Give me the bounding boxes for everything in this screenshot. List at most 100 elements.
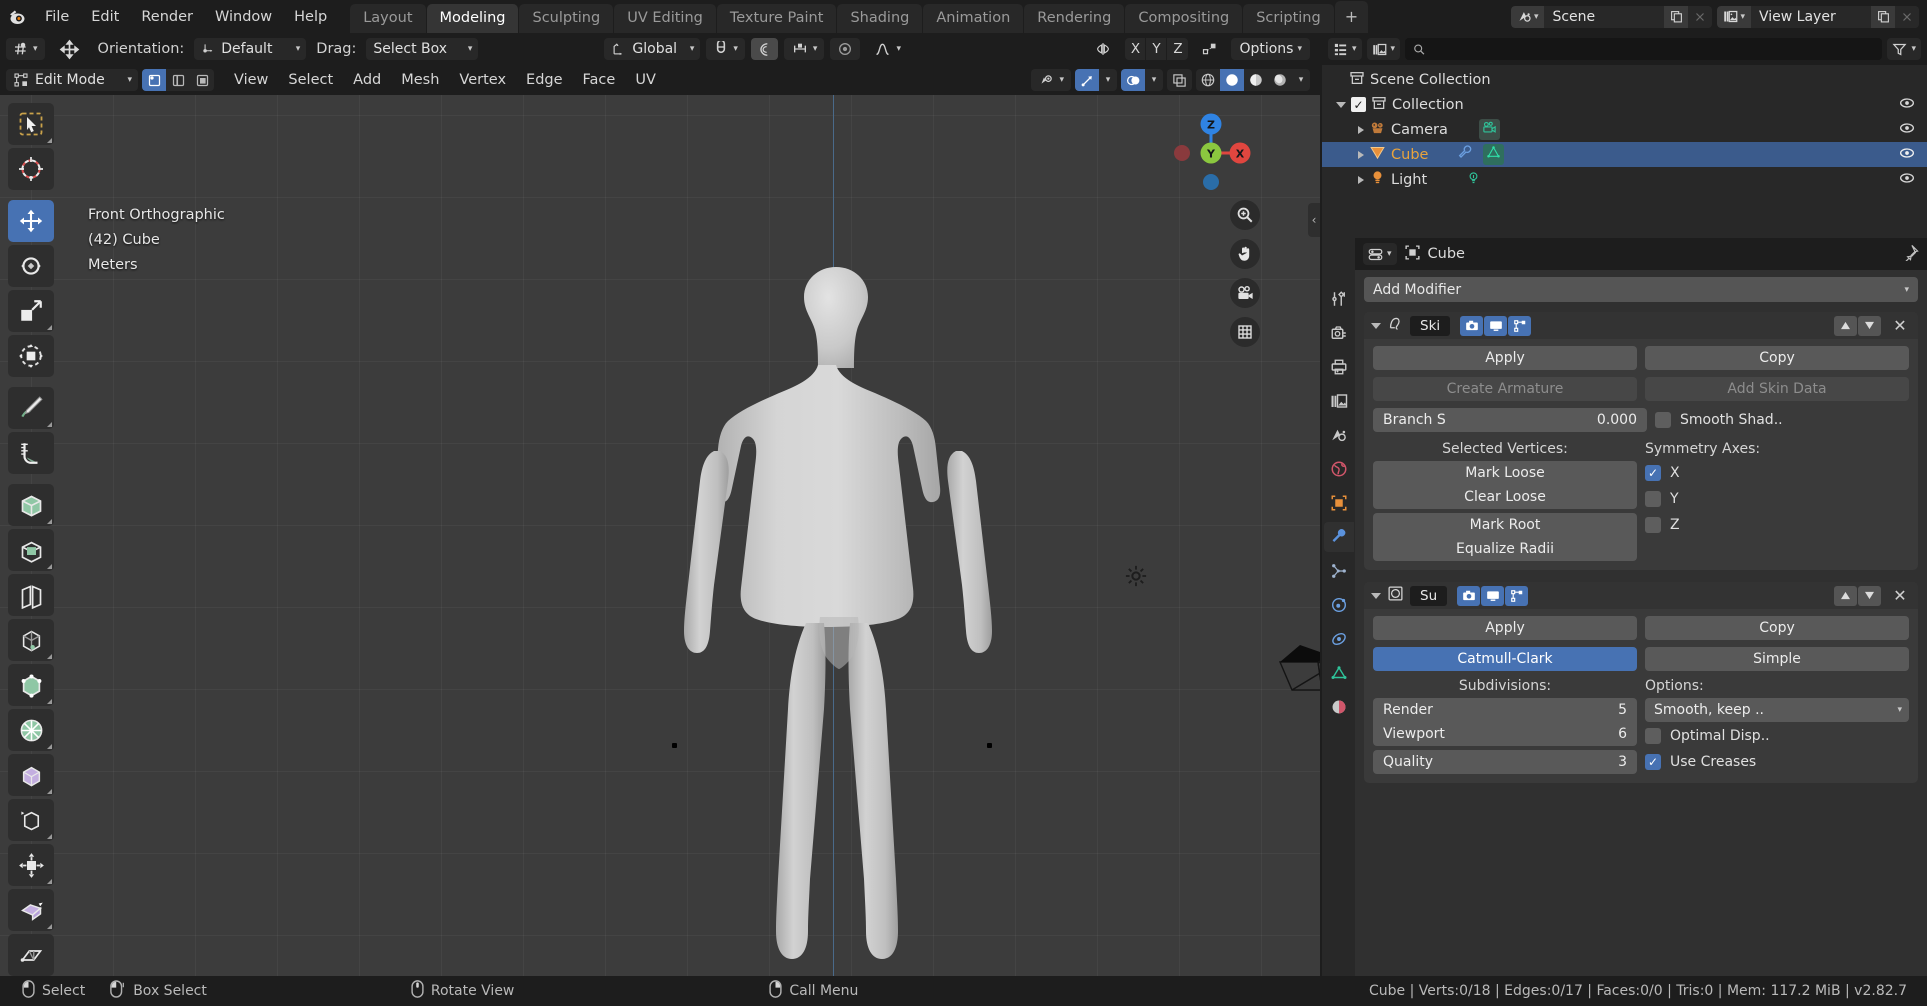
- collection-checkbox[interactable]: ✓: [1351, 97, 1366, 112]
- triangle-up-icon[interactable]: [1834, 585, 1857, 606]
- viewport-menu-uv[interactable]: UV: [625, 69, 666, 91]
- properties-tab-output[interactable]: [1324, 352, 1354, 382]
- tool-settings-icon[interactable]: ▾: [6, 38, 45, 60]
- shear-tool[interactable]: [8, 934, 54, 976]
- mirror-axis-z[interactable]: Z: [1167, 38, 1188, 60]
- menu-render[interactable]: Render: [130, 6, 204, 28]
- camera-object-wireframe[interactable]: [1276, 635, 1320, 701]
- gizmo-icon[interactable]: [1075, 69, 1099, 91]
- bevel-tool[interactable]: [8, 619, 54, 661]
- mark-loose-button[interactable]: Mark Loose: [1373, 461, 1637, 485]
- realtime-toggle-icon[interactable]: [1481, 585, 1505, 606]
- quality-field[interactable]: Quality 3: [1373, 750, 1637, 774]
- menu-edit[interactable]: Edit: [80, 6, 130, 28]
- workspace-tab-rendering[interactable]: Rendering: [1024, 4, 1125, 33]
- expand-triangle-icon[interactable]: [1358, 150, 1364, 159]
- outliner-id-type-icon[interactable]: ▾: [1366, 38, 1401, 60]
- humanoid-mesh[interactable]: [610, 255, 1070, 976]
- outliner-row-collection[interactable]: ✓ Collection: [1322, 92, 1927, 117]
- workspace-tab-shading[interactable]: Shading: [837, 4, 923, 33]
- viewport-menu-mesh[interactable]: Mesh: [391, 69, 449, 91]
- triangle-up-icon[interactable]: [1834, 315, 1857, 336]
- workspace-tab-texture-paint[interactable]: Texture Paint: [716, 4, 837, 33]
- view-layer-name[interactable]: View Layer: [1751, 5, 1871, 28]
- symmetry-y-checkbox[interactable]: [1645, 491, 1661, 507]
- use-creases-checkbox[interactable]: ✓: [1645, 754, 1661, 770]
- object-visibility-icon[interactable]: ▾: [1031, 69, 1071, 91]
- mesh-options-icon[interactable]: [830, 38, 861, 60]
- outliner-search-box[interactable]: [1405, 38, 1883, 60]
- light-data-icon[interactable]: [1466, 170, 1481, 189]
- modifier-name-subsurf[interactable]: Su: [1410, 585, 1448, 606]
- properties-tab-render[interactable]: [1324, 318, 1354, 348]
- properties-tab-physics[interactable]: [1324, 590, 1354, 620]
- viewport-menu-view[interactable]: View: [224, 69, 278, 91]
- mesh-vertex[interactable]: [672, 743, 677, 748]
- workspace-tab-scripting[interactable]: Scripting: [1243, 4, 1334, 33]
- overlays-dropdown-chevron-icon[interactable]: ▾: [1145, 69, 1163, 91]
- add-workspace-button[interactable]: +: [1334, 1, 1369, 33]
- toggle-ortho-persp-icon[interactable]: [1230, 317, 1260, 347]
- workspace-tab-uv-editing[interactable]: UV Editing: [614, 4, 716, 33]
- workspace-tab-animation[interactable]: Animation: [923, 4, 1024, 33]
- copy-button-subsurf[interactable]: Copy: [1645, 616, 1909, 640]
- expand-triangle-icon[interactable]: [1336, 101, 1346, 108]
- auto-merge-icon[interactable]: [1194, 38, 1225, 60]
- new-scene-button[interactable]: [1664, 5, 1689, 28]
- properties-tab-material[interactable]: [1324, 692, 1354, 722]
- properties-tab-tool[interactable]: [1324, 284, 1354, 314]
- modifier-header-subsurf[interactable]: Su ✕: [1364, 582, 1918, 609]
- proportional-edit-icon[interactable]: [750, 38, 778, 60]
- apply-button-skin[interactable]: Apply: [1373, 346, 1637, 370]
- viewport-menu-face[interactable]: Face: [573, 69, 626, 91]
- add-modifier-button[interactable]: Add Modifier ▾: [1364, 277, 1918, 302]
- workspace-tab-layout[interactable]: Layout: [350, 4, 426, 33]
- snap-magnet-icon[interactable]: ▾: [706, 38, 745, 60]
- viewport-menu-add[interactable]: Add: [343, 69, 391, 91]
- new-view-layer-button[interactable]: [1871, 5, 1895, 28]
- properties-tab-object[interactable]: [1324, 488, 1354, 518]
- menu-window[interactable]: Window: [204, 6, 283, 28]
- camera-data-icon[interactable]: [1478, 119, 1500, 140]
- spin-tool[interactable]: [8, 799, 54, 841]
- symmetry-axis-z-row[interactable]: Z: [1645, 513, 1909, 537]
- equalize-radii-button[interactable]: Equalize Radii: [1373, 537, 1637, 561]
- triangle-down-icon[interactable]: [1371, 592, 1381, 599]
- material-preview-shading-icon[interactable]: [1244, 69, 1268, 91]
- branch-smoothing-field[interactable]: Branch S 0.000: [1373, 408, 1647, 432]
- symmetry-x-checkbox[interactable]: ✓: [1645, 465, 1661, 481]
- measure-tool[interactable]: [8, 432, 54, 474]
- overlays-icon[interactable]: [1121, 69, 1145, 91]
- edit-mode-toggle-icon[interactable]: [1505, 585, 1529, 606]
- rotate-tool[interactable]: [8, 245, 54, 287]
- move-tool[interactable]: [8, 200, 54, 242]
- viewport-levels-field[interactable]: Viewport 6: [1373, 722, 1637, 746]
- poly-build-tool[interactable]: [8, 754, 54, 796]
- pin-icon[interactable]: [1902, 244, 1919, 265]
- triangle-down-icon[interactable]: [1858, 585, 1881, 606]
- viewport-menu-select[interactable]: Select: [278, 69, 343, 91]
- workspace-tab-modeling[interactable]: Modeling: [426, 4, 519, 33]
- menu-help[interactable]: Help: [283, 6, 338, 28]
- symmetry-z-checkbox[interactable]: [1645, 517, 1661, 533]
- annotate-tool[interactable]: [8, 387, 54, 429]
- modifier-wrench-icon[interactable]: [1457, 144, 1473, 165]
- filter-funnel-icon[interactable]: ▾: [1887, 38, 1921, 60]
- scale-tool[interactable]: [8, 290, 54, 332]
- blender-logo-icon[interactable]: [0, 6, 34, 27]
- outliner-row-light[interactable]: Light: [1322, 167, 1927, 192]
- triangle-down-icon[interactable]: [1371, 322, 1381, 329]
- shading-dropdown-chevron-icon[interactable]: ▾: [1292, 69, 1310, 91]
- options-button[interactable]: Options ▾: [1231, 38, 1310, 60]
- visibility-eye-icon[interactable]: [1899, 170, 1915, 190]
- visibility-eye-icon[interactable]: [1899, 145, 1915, 165]
- properties-tab-particles[interactable]: [1324, 556, 1354, 586]
- apply-button-subsurf[interactable]: Apply: [1373, 616, 1637, 640]
- outliner-search-input[interactable]: [1431, 41, 1875, 57]
- outliner-row-scene-collection[interactable]: Scene Collection: [1322, 67, 1927, 92]
- knife-tool[interactable]: [8, 709, 54, 751]
- scene-icon[interactable]: ▾: [1510, 5, 1545, 28]
- triangle-down-icon[interactable]: [1858, 315, 1881, 336]
- unlink-scene-button[interactable]: [1688, 5, 1713, 28]
- properties-tab-modifier[interactable]: [1323, 522, 1354, 552]
